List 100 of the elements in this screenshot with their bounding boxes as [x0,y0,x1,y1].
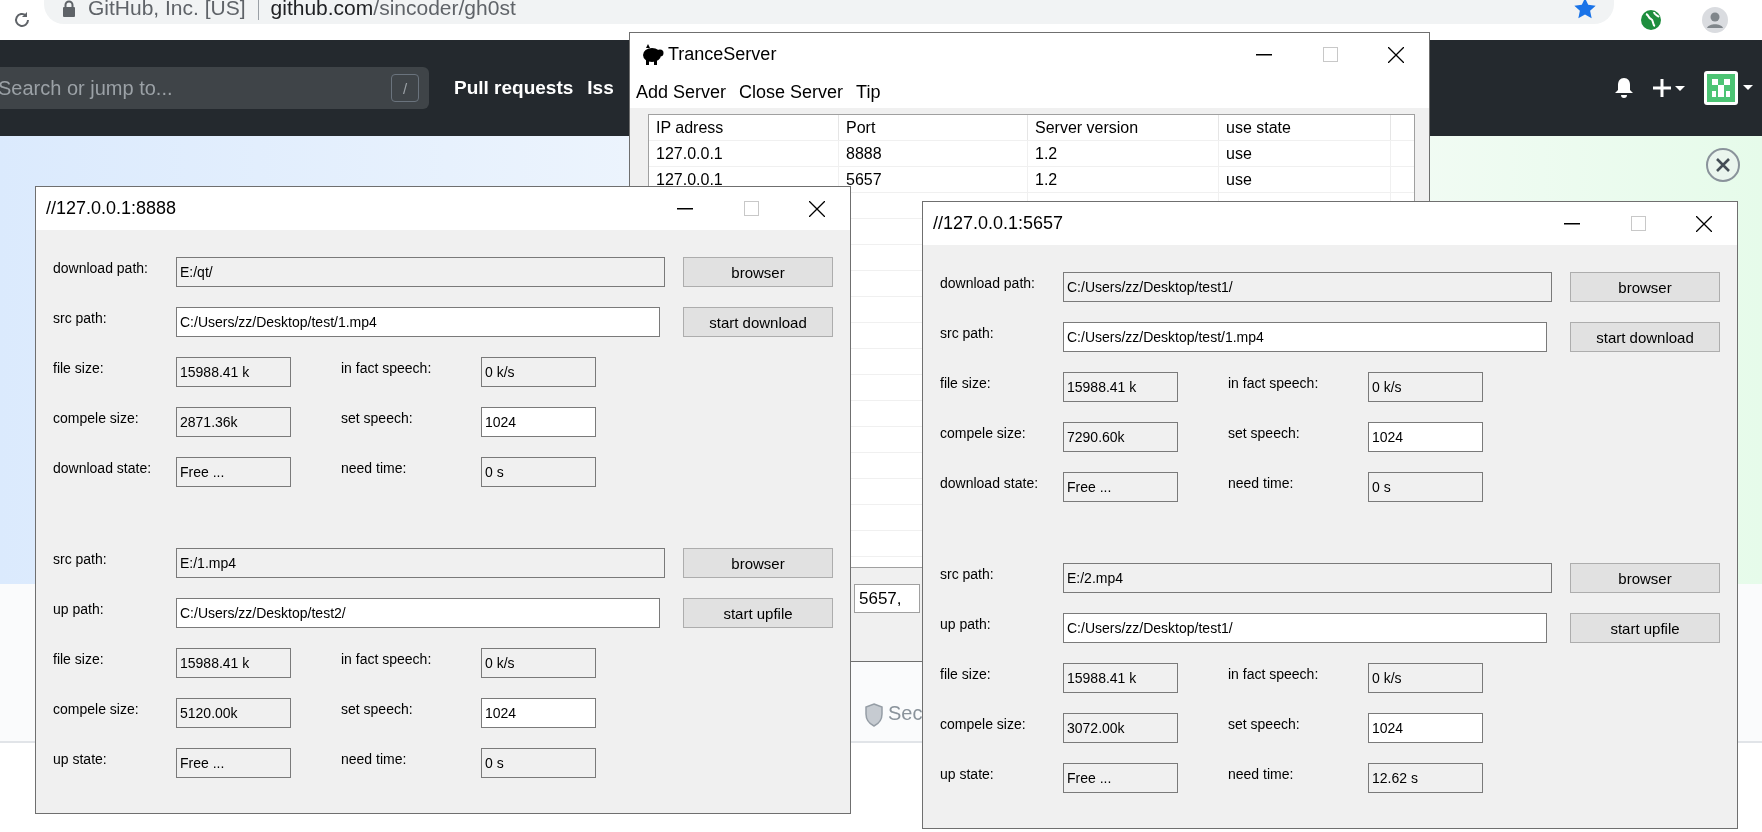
address-bar[interactable]: GitHub, Inc. [US] github.com/sincoder/gh0st [44,0,1614,24]
column-header[interactable]: IP adress [649,115,839,140]
field-label: file size: [53,359,105,376]
footer-text: Sec [888,702,923,725]
path-field[interactable]: C:/Users/zz/Desktop/test/1.mp4 [176,307,660,337]
path-field[interactable]: E:/2.mp4 [1063,563,1552,593]
close-icon [1716,158,1730,172]
field-label: in fact speech: [341,650,433,667]
avatar-dropdown-icon[interactable] [1704,71,1754,105]
path-field[interactable]: E:/1.mp4 [176,548,665,578]
field-label: up path: [53,600,105,617]
value-field: 15988.41 k [1063,663,1178,693]
menu-item[interactable]: Add Server [636,81,727,103]
shortcut-key: / [391,74,419,102]
field-label: file size: [940,665,992,682]
globe-icon[interactable] [1640,9,1662,31]
field-label: up state: [940,765,995,782]
window-title: //127.0.0.1:5657 [933,213,1065,234]
field-label: src path: [53,309,108,326]
action-button[interactable]: browser [683,548,833,578]
shield-icon [864,703,884,727]
menu-item[interactable]: Close Server [739,81,844,103]
value-field: 0 s [481,457,596,487]
value-field: 15988.41 k [176,648,291,678]
field-label: download state: [53,459,153,476]
field-label: in fact speech: [1228,665,1320,682]
action-button[interactable]: browser [1570,272,1720,302]
action-button[interactable]: start download [683,307,833,337]
value-field: 0 s [1368,472,1483,502]
field-label: src path: [940,565,995,582]
path-field[interactable]: C:/Users/zz/Desktop/test2/ [176,598,660,628]
text-field[interactable]: 5657, [854,584,920,613]
table-cell: 1.2 [1028,141,1219,166]
field-label: set speech: [1228,424,1301,441]
field-label: up path: [940,615,992,632]
table-cell: use [1219,167,1391,192]
plus-dropdown-icon[interactable] [1652,78,1686,98]
field-label: compele size: [53,700,140,717]
minimize-icon [1564,222,1580,225]
path-field[interactable]: E:/qt/ [176,257,665,287]
table-cell: 8888 [839,141,1028,166]
field-label: need time: [341,750,408,767]
table-cell: 1.2 [1028,167,1219,192]
value-field[interactable]: 1024 [1368,422,1483,452]
field-label: src path: [940,324,995,341]
action-button[interactable]: start upfile [1570,613,1720,643]
value-field: 7290.60k [1063,422,1178,452]
value-field: Free ... [176,457,291,487]
value-field[interactable]: 1024 [481,407,596,437]
close-icon [1388,46,1404,63]
column-header[interactable]: use state [1219,115,1391,140]
field-label: download state: [940,474,1040,491]
maximize-icon [1322,47,1338,62]
star-icon[interactable] [1574,0,1596,19]
value-field: 5120.00k [176,698,291,728]
action-button[interactable]: start download [1570,322,1720,352]
window-title: TranceServer [668,44,778,65]
field-label: in fact speech: [341,359,433,376]
nav-link[interactable]: Iss [587,77,614,99]
value-field: 0 k/s [1368,663,1483,693]
pig-icon [640,43,664,66]
value-field[interactable]: 1024 [1368,713,1483,743]
path-field[interactable]: C:/Users/zz/Desktop/test1/ [1063,613,1547,643]
minimize-icon [1256,53,1272,56]
minimize-icon [677,207,693,210]
field-label: need time: [1228,765,1295,782]
field-label: src path: [53,550,108,567]
close-button[interactable] [1706,148,1740,182]
value-field: 12.62 s [1368,763,1483,793]
field-label: file size: [53,650,105,667]
path-field[interactable]: C:/Users/zz/Desktop/test1/ [1063,272,1552,302]
value-field: 0 k/s [481,648,596,678]
value-field: Free ... [1063,472,1178,502]
menu-item[interactable]: Tip [856,81,881,103]
site-identity: GitHub, Inc. [US] [88,0,246,20]
table-cell: use [1219,141,1391,166]
field-label: set speech: [341,700,414,717]
field-label: up state: [53,750,108,767]
path-field[interactable]: C:/Users/zz/Desktop/test/1.mp4 [1063,322,1547,352]
field-label: compele size: [53,409,140,426]
field-label: download path: [53,259,149,276]
reload-icon[interactable] [12,10,32,30]
field-label: compele size: [940,715,1027,732]
bell-icon[interactable] [1614,77,1634,99]
action-button[interactable]: browser [1570,563,1720,593]
profile-icon[interactable] [1702,7,1728,33]
value-field: Free ... [1063,763,1178,793]
value-field[interactable]: 1024 [481,698,596,728]
field-label: in fact speech: [1228,374,1320,391]
action-button[interactable]: browser [683,257,833,287]
nav-link[interactable]: Pull requests [454,77,574,99]
column-header[interactable]: Port [839,115,1028,140]
field-label: need time: [341,459,408,476]
field-label: set speech: [341,409,414,426]
close-icon [809,200,825,217]
column-header[interactable]: Server version [1028,115,1219,140]
value-field: 2871.36k [176,407,291,437]
field-label: need time: [1228,474,1295,491]
action-button[interactable]: start upfile [683,598,833,628]
table-cell: 127.0.0.1 [649,141,839,166]
